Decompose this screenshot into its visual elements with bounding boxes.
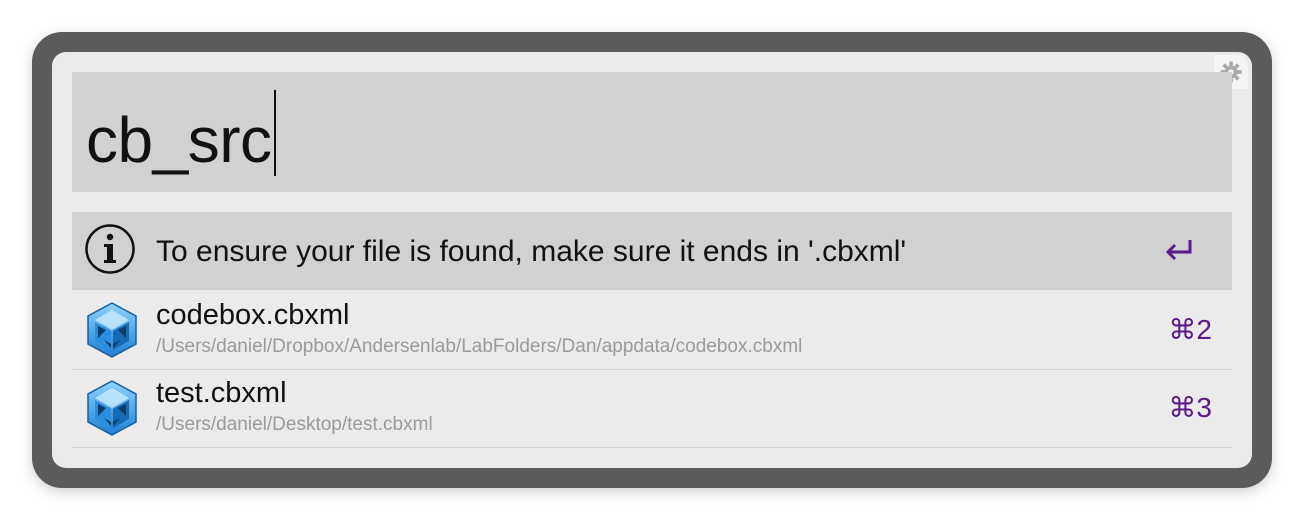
codebox-file-icon [87,380,137,436]
search-query: cb_src [86,90,276,188]
result-path: /Users/daniel/Dropbox/Andersenlab/LabFol… [156,336,803,357]
search-query-text: cb_src [86,104,272,176]
result-shortcut: ⌘3 [1168,392,1212,423]
result-title: To ensure your file is found, make sure … [156,235,907,268]
result-title: test.cbxml [156,377,287,409]
codebox-file-icon [87,302,137,358]
return-icon [1165,240,1192,261]
result-row-info[interactable]: To ensure your file is found, make sure … [72,212,1232,290]
search-input[interactable]: cb_src [72,72,1232,192]
result-row-file[interactable]: test.cbxml /Users/daniel/Desktop/test.cb… [72,369,1232,448]
result-title: codebox.cbxml [156,299,350,331]
result-path: /Users/daniel/Desktop/test.cbxml [156,414,433,435]
result-shortcut: ⌘2 [1168,314,1212,345]
info-icon [85,224,135,274]
result-row-file[interactable]: codebox.cbxml /Users/daniel/Dropbox/Ande… [72,291,1232,370]
text-caret [273,90,276,176]
